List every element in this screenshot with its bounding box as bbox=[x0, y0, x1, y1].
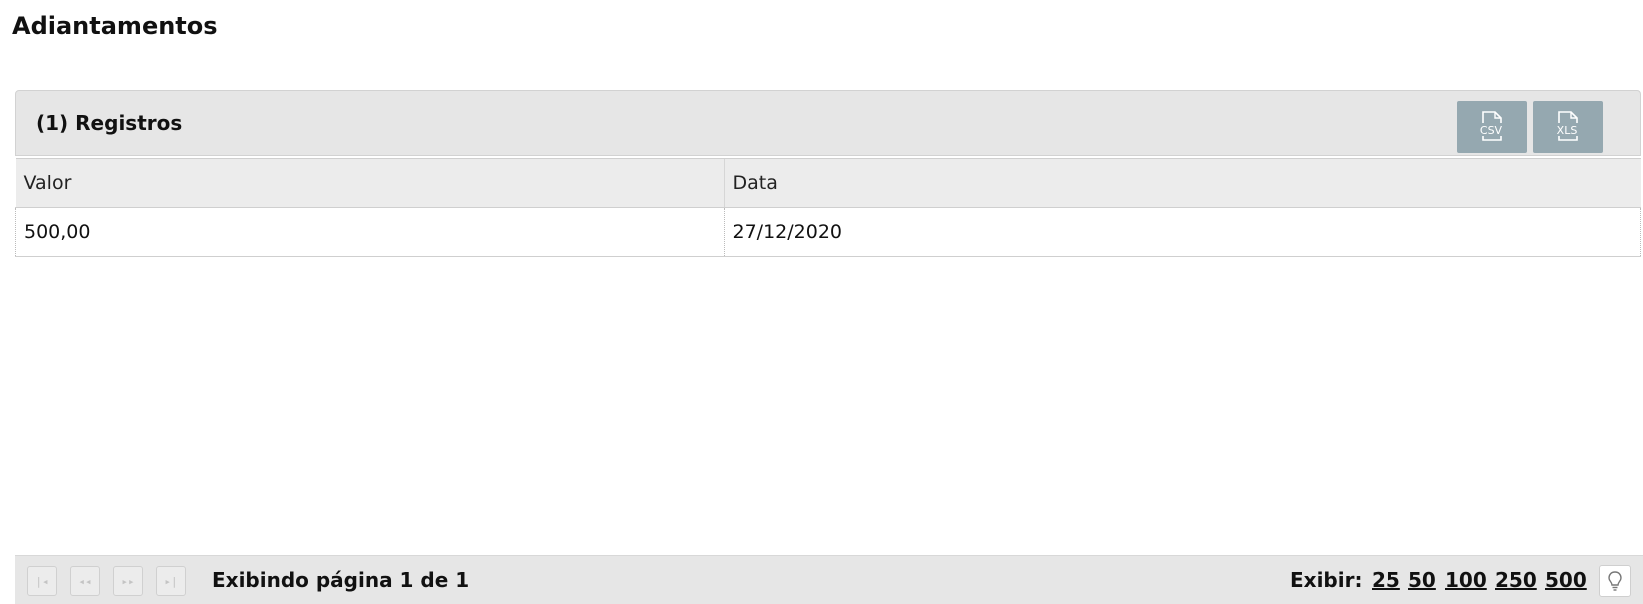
page-size-100[interactable]: 100 bbox=[1445, 568, 1487, 592]
page-title: Adiantamentos bbox=[12, 12, 218, 40]
cell-data: 27/12/2020 bbox=[723, 207, 1641, 257]
page-size-250[interactable]: 250 bbox=[1495, 568, 1537, 592]
column-header-valor[interactable]: Valor bbox=[15, 158, 724, 208]
records-panel: (1) Registros CSV XLS Valor Data 500,00 … bbox=[15, 90, 1643, 260]
export-csv-button[interactable]: CSV bbox=[1457, 101, 1527, 153]
next-page-icon: ▸▸ bbox=[121, 574, 135, 588]
table-row[interactable]: 500,00 27/12/2020 bbox=[15, 207, 1641, 257]
page-size-500[interactable]: 500 bbox=[1545, 568, 1587, 592]
page-status: Exibindo página 1 de 1 bbox=[212, 568, 470, 592]
next-page-button[interactable]: ▸▸ bbox=[113, 566, 143, 596]
cell-valor: 500,00 bbox=[15, 207, 724, 257]
svg-text:CSV: CSV bbox=[1480, 124, 1503, 137]
prev-page-button[interactable]: ◂◂ bbox=[70, 566, 100, 596]
prev-page-icon: ◂◂ bbox=[78, 574, 92, 588]
svg-text:XLS: XLS bbox=[1557, 124, 1578, 137]
lightbulb-icon bbox=[1608, 571, 1622, 591]
panel-header: (1) Registros CSV XLS bbox=[15, 90, 1641, 156]
page-size-label: Exibir: bbox=[1290, 568, 1363, 592]
records-count-title: (1) Registros bbox=[36, 111, 183, 135]
first-page-button[interactable]: |◂ bbox=[27, 566, 57, 596]
column-header-data[interactable]: Data bbox=[723, 158, 1641, 208]
last-page-icon: ▸| bbox=[164, 574, 178, 588]
last-page-button[interactable]: ▸| bbox=[156, 566, 186, 596]
page-size-50[interactable]: 50 bbox=[1408, 568, 1436, 592]
records-table: Valor Data 500,00 27/12/2020 bbox=[15, 158, 1641, 257]
pagination-bar: |◂ ◂◂ ▸▸ ▸| Exibindo página 1 de 1 Exibi… bbox=[15, 555, 1643, 604]
hint-button[interactable] bbox=[1599, 565, 1631, 597]
csv-file-icon: CSV bbox=[1478, 111, 1504, 141]
xls-file-icon: XLS bbox=[1554, 111, 1580, 141]
page-size-25[interactable]: 25 bbox=[1372, 568, 1400, 592]
first-page-icon: |◂ bbox=[35, 574, 49, 588]
export-xls-button[interactable]: XLS bbox=[1533, 101, 1603, 153]
table-header-row: Valor Data bbox=[15, 158, 1641, 208]
